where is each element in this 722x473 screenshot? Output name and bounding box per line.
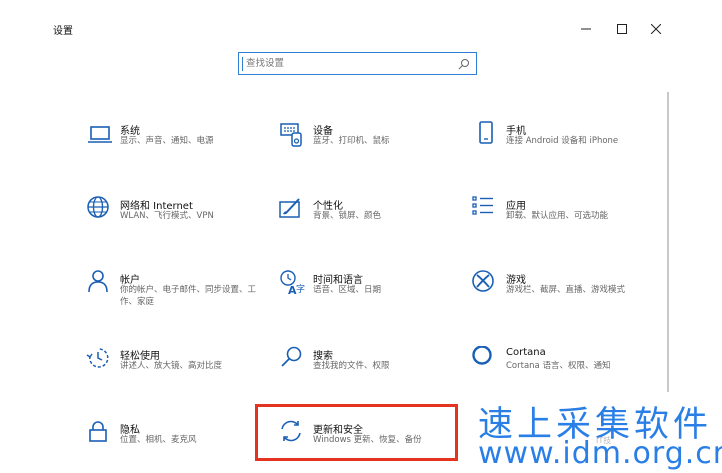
category-description: 查找我的文件、权限 [313,361,390,371]
category-ease-of-access[interactable]: 轻松使用 讲述人、放大镜、高对比度 [86,346,276,392]
ease-of-access-icon [86,346,114,374]
phone-icon [472,121,500,149]
lock-icon [86,420,114,448]
category-privacy[interactable]: 隐私 位置、相机、麦克风 [86,420,276,466]
svg-text:字: 字 [296,283,305,295]
category-description: 语音、区域、日期 [313,285,382,295]
minimize-icon [581,28,591,30]
category-search[interactable]: 搜索 查找我的文件、权限 [279,346,469,392]
category-phone[interactable]: 手机 连接 Android 设备和 iPhone [472,121,662,167]
apps-list-icon [472,196,500,224]
category-time-language[interactable]: A字 时间和语言 语音、区域、日期 [279,270,469,316]
highlight-box [255,404,458,461]
category-description: 讲述人、放大镜、高对比度 [120,361,223,371]
category-description: Cortana 语言、权限、通知 [506,361,611,371]
laptop-icon [86,121,114,149]
time-language-icon: A字 [279,270,307,298]
maximize-button[interactable] [612,19,632,39]
category-name: Cortana [506,347,546,358]
person-icon [86,270,114,298]
xbox-icon [472,270,500,298]
category-description: 显示、声音、通知、电源 [120,136,214,146]
category-cortana[interactable]: Cortana Cortana 语言、权限、通知 [472,345,662,392]
close-icon [651,24,661,34]
search-input[interactable] [242,55,454,72]
category-description: WLAN、飞行模式、VPN [120,211,214,221]
category-description: 卸载、默认应用、可选功能 [506,211,609,221]
globe-icon [86,196,114,224]
paint-icon [279,196,307,224]
search-box[interactable] [238,52,477,75]
search-icon[interactable] [458,58,470,70]
cortana-ring-icon [472,345,500,374]
category-apps[interactable]: 应用 卸载、默认应用、可选功能 [472,196,662,242]
minimize-button[interactable] [576,19,596,39]
window-title: 设置 [53,26,73,37]
category-description: 连接 Android 设备和 iPhone [506,136,619,146]
close-button[interactable] [646,19,666,39]
category-system[interactable]: 系统 显示、声音、通知、电源 [86,121,276,167]
keyboard-icon [279,121,307,149]
category-gaming[interactable]: 游戏 游戏栏、截屏、直播、游戏模式 [472,270,662,316]
category-accounts[interactable]: 帐户 你的帐户、电子邮件、同步设置、工作、家庭 [86,270,276,316]
category-personalization[interactable]: 个性化 背景、锁屏、颜色 [279,196,469,242]
category-description: 背景、锁屏、颜色 [313,211,382,221]
category-description: 蓝牙、打印机、鼠标 [313,136,390,146]
category-description: 你的帐户、电子邮件、同步设置、工作、家庭 [120,285,257,307]
watermark-url: www.idm.org.cn [478,436,722,471]
scrollbar[interactable] [667,92,669,392]
category-network[interactable]: 网络和 Internet WLAN、飞行模式、VPN [86,196,276,242]
category-description: 位置、相机、麦克风 [120,435,197,445]
magnifier-icon [279,346,307,374]
category-description: 游戏栏、截屏、直播、游戏模式 [506,285,626,295]
category-devices[interactable]: 设备 蓝牙、打印机、鼠标 [279,121,469,167]
maximize-icon [617,24,627,34]
title-bar: 设置 [0,0,722,58]
